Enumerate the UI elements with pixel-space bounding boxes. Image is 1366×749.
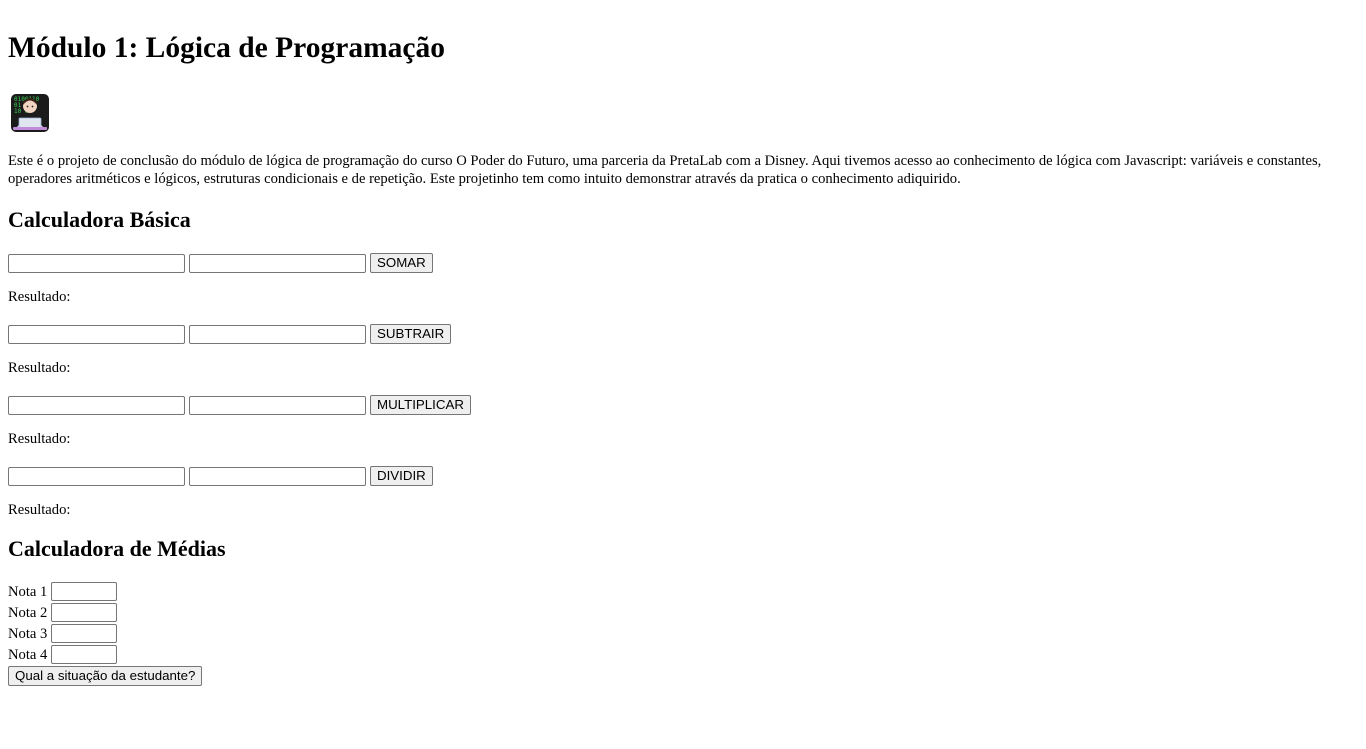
multiply-input-a[interactable] bbox=[8, 395, 185, 415]
grade-input-4[interactable] bbox=[51, 645, 118, 664]
page-title: Módulo 1: Lógica de Programação bbox=[8, 32, 445, 64]
divide-row: DIVIDIR bbox=[8, 465, 1358, 487]
subtract-input-b[interactable] bbox=[189, 324, 366, 344]
divide-result: Resultado: bbox=[8, 502, 71, 518]
subtract-input-a[interactable] bbox=[8, 324, 185, 344]
student-status-button[interactable]: Qual a situação da estudante? bbox=[8, 666, 203, 686]
sum-result: Resultado: bbox=[8, 289, 71, 305]
calculator-title: Calculadora Básica bbox=[8, 207, 191, 232]
sum-input-a[interactable] bbox=[8, 253, 185, 273]
divide-button[interactable]: DIVIDIR bbox=[370, 466, 433, 486]
grade-label-1: Nota 1 bbox=[8, 583, 48, 600]
intro-paragraph: Este é o projeto de conclusão do módulo … bbox=[8, 153, 1322, 187]
averages-title: Calculadora de Médias bbox=[8, 536, 226, 561]
grade-row-4: Nota 4 bbox=[8, 644, 1358, 665]
sum-row: SOMAR bbox=[8, 252, 1358, 274]
page: Módulo 1: Lógica de Programação 0100110 … bbox=[0, 30, 1366, 686]
divide-input-a[interactable] bbox=[8, 466, 185, 486]
divide-input-b[interactable] bbox=[189, 466, 366, 486]
sum-input-b[interactable] bbox=[189, 253, 366, 273]
multiply-result: Resultado: bbox=[8, 431, 71, 447]
subtract-row: SUBTRAIR bbox=[8, 323, 1358, 345]
grade-row-2: Nota 2 bbox=[8, 602, 1358, 623]
multiply-row: MULTIPLICAR bbox=[8, 394, 1358, 416]
subtract-result: Resultado: bbox=[8, 360, 71, 376]
multiply-button[interactable]: MULTIPLICAR bbox=[370, 395, 471, 415]
grade-input-3[interactable] bbox=[51, 624, 118, 643]
multiply-input-b[interactable] bbox=[189, 395, 366, 415]
grade-input-2[interactable] bbox=[51, 603, 118, 622]
grade-label-2: Nota 2 bbox=[8, 604, 48, 621]
calculator-section: SOMAR Resultado: SUBTRAIR Resultado: MUL… bbox=[8, 252, 1358, 519]
subtract-button[interactable]: SUBTRAIR bbox=[370, 324, 452, 344]
programmer-emoji-icon: 0100110 01 1 10 0 bbox=[11, 94, 49, 132]
grade-label-4: Nota 4 bbox=[8, 646, 48, 663]
grade-input-1[interactable] bbox=[51, 582, 118, 601]
grade-row-1: Nota 1 bbox=[8, 581, 1358, 602]
grade-label-3: Nota 3 bbox=[8, 625, 48, 642]
sum-button[interactable]: SOMAR bbox=[370, 253, 433, 273]
averages-section: Nota 1 Nota 2 Nota 3 Nota 4 Qual a situa… bbox=[8, 581, 1358, 686]
logo-container: 0100110 01 1 10 0 bbox=[8, 93, 1358, 133]
grade-row-3: Nota 3 bbox=[8, 623, 1358, 644]
